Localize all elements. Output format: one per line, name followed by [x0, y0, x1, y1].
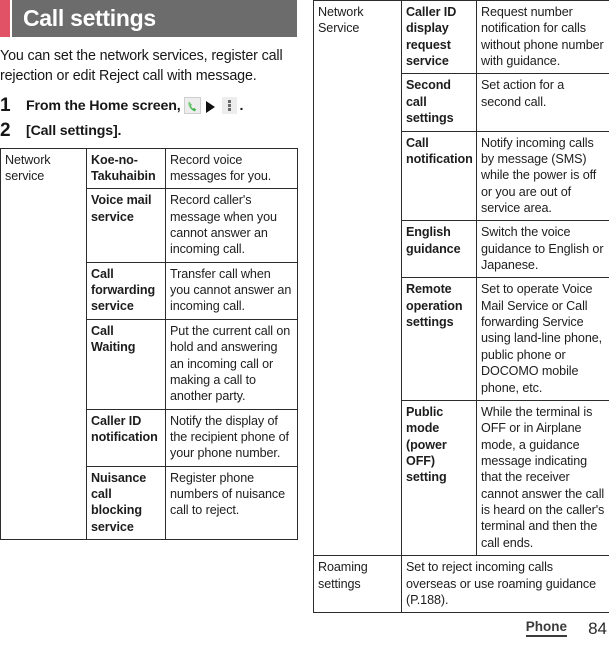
right-row-4-desc: Set to operate Voice Mail Service or Cal…: [476, 277, 609, 401]
chapter-header: Call settings: [0, 0, 297, 37]
network-service-table-right: Network Service Caller ID display reques…: [313, 0, 609, 614]
right-row-5-desc: While the terminal is OFF or in Airplane…: [476, 399, 609, 557]
right-row-2-desc: Notify incoming calls by message (SMS) w…: [476, 130, 609, 222]
left-row-3-desc: Put the current call on hold and answeri…: [165, 318, 298, 410]
step-1-text: From the Home screen, .: [26, 95, 243, 117]
roaming-settings-desc: Set to reject incoming calls overseas or…: [401, 555, 609, 614]
page-footer: Phone 84: [313, 607, 609, 645]
step-1-suffix: .: [239, 97, 244, 114]
right-row-4-name: Remote operation settings: [401, 277, 477, 401]
left-column: Call settings You can set the network se…: [0, 0, 298, 541]
left-row-2-desc: Transfer call when you cannot answer an …: [165, 261, 298, 320]
left-row-1-desc: Record caller's message when you cannot …: [165, 188, 298, 263]
network-service-table-left: Network service Koe-no-Takuhaibin Record…: [0, 147, 298, 541]
left-row-4-name: Caller ID notification: [86, 408, 166, 467]
left-row-0-name: Koe-no-Takuhaibin: [86, 147, 166, 190]
step-2: 2 [Call settings].: [0, 120, 297, 143]
right-row-5-name: Public mode (power OFF) setting: [401, 399, 477, 557]
manual-page: Call settings You can set the network se…: [0, 0, 609, 645]
right-row-3-name: English guidance: [401, 220, 477, 279]
left-row-1-name: Voice mail service: [86, 188, 166, 263]
chapter-accent-bar: [0, 0, 10, 37]
right-row-2-name: Call notification: [401, 130, 477, 222]
right-row-0-desc: Request number notification for calls wi…: [476, 0, 609, 75]
right-group-label: Network Service: [313, 0, 402, 557]
step-2-number: 2: [0, 119, 11, 141]
step-1: 1 From the Home screen, .: [0, 95, 297, 118]
step-1-number: 1: [0, 94, 11, 116]
table-row: Network service Koe-no-Takuhaibin Record…: [0, 147, 298, 541]
left-row-4-desc: Notify the display of the recipient phon…: [165, 408, 298, 467]
right-column: Network Service Caller ID display reques…: [313, 0, 609, 614]
right-row-1-desc: Set action for a second call.: [476, 73, 609, 132]
overflow-menu-icon: [221, 97, 237, 115]
left-row-5-desc: Register phone numbers of nuisance call …: [165, 465, 298, 541]
right-row-1-name: Second call settings: [401, 73, 477, 132]
right-row-0-name: Caller ID display request service: [401, 0, 477, 75]
left-group-label: Network service: [0, 147, 87, 541]
left-row-3-name: Call Waiting: [86, 318, 166, 410]
intro-paragraph: You can set the network services, regist…: [0, 48, 283, 85]
step-2-label: [Call settings].: [26, 122, 122, 139]
right-row-3-desc: Switch the voice guidance to English or …: [476, 220, 609, 279]
step-2-text: [Call settings].: [26, 120, 122, 142]
arrow-right-icon: [205, 100, 215, 113]
step-1-label: From the Home screen,: [26, 97, 181, 114]
table-row: Network Service Caller ID display reques…: [313, 0, 609, 557]
footer-chapter-name: Phone: [525, 619, 567, 637]
page-title: Call settings: [23, 5, 156, 31]
table-row: Roaming settings Set to reject incoming …: [313, 555, 609, 614]
left-row-5-name: Nuisance call blocking service: [86, 465, 166, 541]
roaming-settings-name: Roaming settings: [313, 555, 402, 614]
phone-icon: [183, 97, 201, 115]
footer-page-number: 84: [588, 619, 607, 638]
left-row-0-desc: Record voice messages for you.: [165, 147, 298, 190]
left-row-2-name: Call forwarding service: [86, 261, 166, 320]
